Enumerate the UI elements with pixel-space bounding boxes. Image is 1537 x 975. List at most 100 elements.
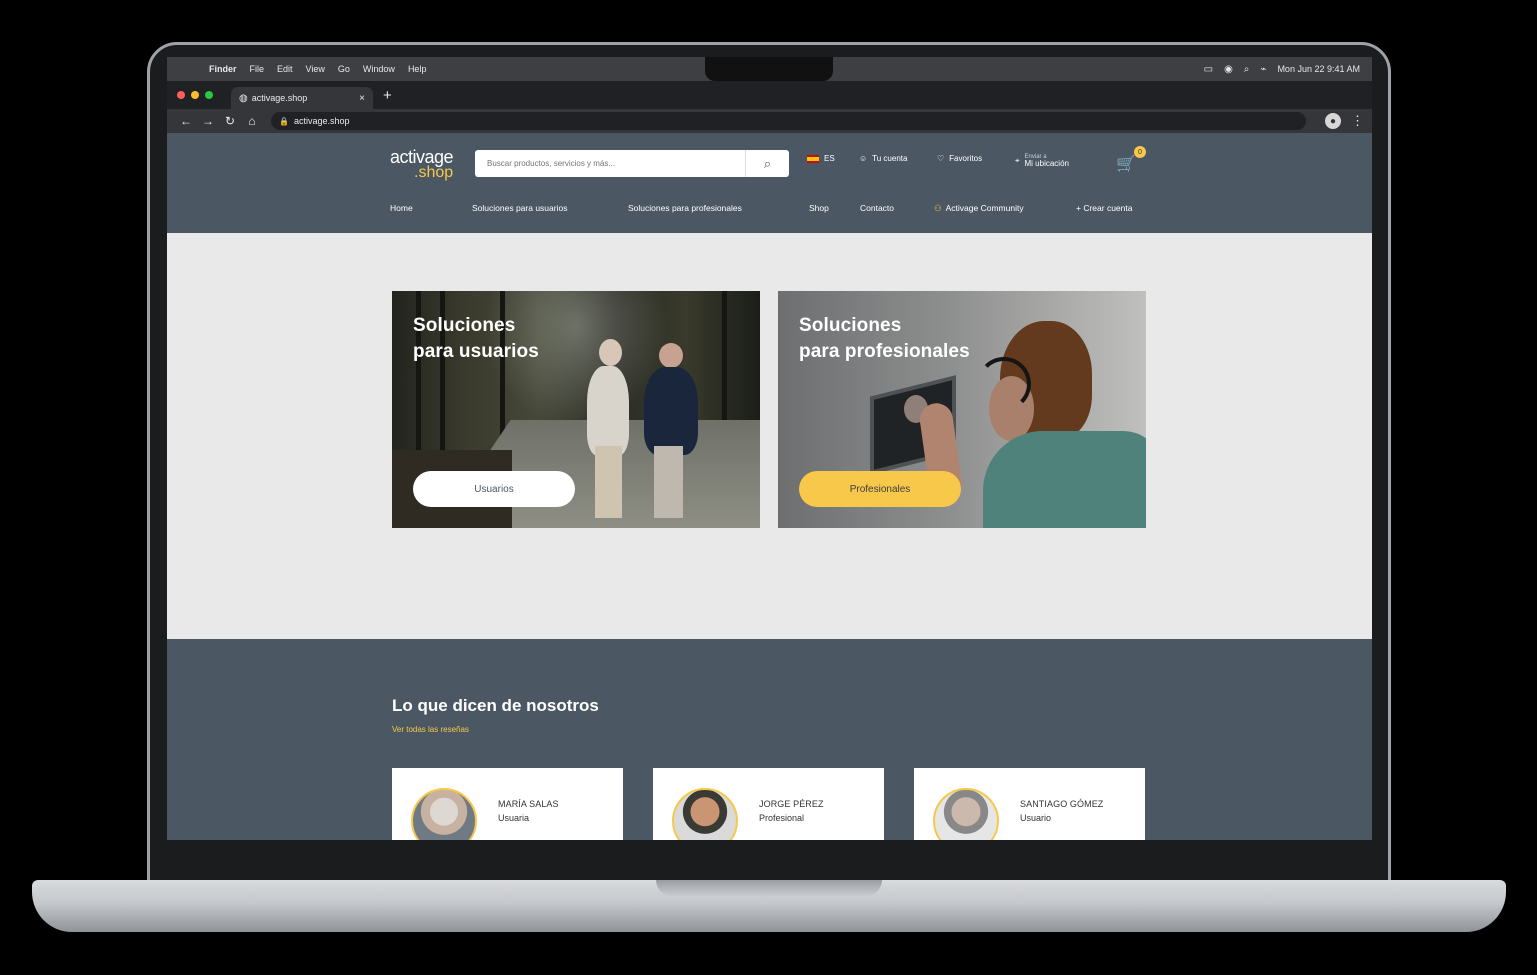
users-title-line-1: Soluciones	[413, 315, 516, 336]
profile-icon[interactable]: ●	[1325, 113, 1341, 129]
professionals-title-line-1: Soluciones	[799, 315, 902, 336]
mac-menu-bar: Finder File Edit View Go Window Help ▭ ◉…	[167, 57, 1372, 81]
menu-view[interactable]: View	[306, 64, 325, 74]
home-icon[interactable]: ⌂	[241, 114, 263, 128]
account-label: Tu cuenta	[872, 154, 908, 163]
cart-icon: 🛒	[1116, 156, 1136, 173]
location-label: Mi ubicación	[1024, 159, 1069, 169]
community-icon: ⚇	[934, 203, 942, 213]
reviewer-role: Profesional	[759, 813, 805, 823]
minimize-window-button[interactable]	[191, 91, 199, 99]
nav-contact-link[interactable]: Contacto	[860, 203, 894, 213]
testimonials-title: Lo que dicen de nosotros	[392, 696, 599, 715]
language-selector[interactable]: ES	[807, 154, 835, 163]
control-center-icon[interactable]: ◉	[1224, 64, 1233, 75]
menu-file[interactable]: File	[250, 64, 265, 74]
logo-word-shop: .shop	[414, 163, 454, 181]
browser-toolbar: ← → ↻ ⌂ 🔒 activage.shop ● ⋮	[167, 109, 1372, 133]
account-icon: ☺	[859, 154, 868, 163]
more-menu-icon[interactable]: ⋮	[1351, 113, 1364, 129]
users-solution-card[interactable]: Soluciones para usuarios Usuarios	[392, 291, 760, 528]
favorites-label: Favoritos	[949, 154, 983, 163]
forward-icon[interactable]: →	[197, 114, 219, 128]
older-man-legs	[654, 446, 683, 518]
search-icon[interactable]: ⌕	[745, 150, 789, 177]
reload-icon[interactable]: ↻	[219, 114, 241, 128]
camera-notch	[705, 57, 833, 81]
location-pin-icon: ⌖	[1015, 156, 1020, 166]
maria-avatar	[411, 788, 477, 840]
search-input[interactable]	[487, 153, 737, 174]
all-reviews-link[interactable]: Ver todas las reseñas	[392, 725, 469, 734]
search-menubar-icon[interactable]: ⌕	[1244, 64, 1250, 75]
solutions-hero: Soluciones para usuarios Usuarios Soluci…	[167, 233, 1372, 639]
users-button[interactable]: Usuarios	[413, 471, 575, 507]
cart-count-badge: 0	[1134, 146, 1146, 158]
url-text: activage.shop	[293, 116, 350, 126]
older-man-coat	[644, 367, 698, 455]
reviewer-name: SANTIAGO GÓMEZ	[1020, 799, 1104, 809]
menu-finder[interactable]: Finder	[209, 64, 237, 74]
status-bar: ▭ ◉ ⌕ ⌁ Mon Jun 22 9:41 AM	[1204, 57, 1360, 81]
review-card[interactable]: SANTIAGO GÓMEZ Usuario	[914, 768, 1145, 840]
review-card[interactable]: MARÍA SALAS Usuaria	[392, 768, 623, 840]
reviewer-role: Usuaria	[498, 813, 530, 823]
browser-actions: ● ⋮	[1325, 113, 1364, 129]
zoom-window-button[interactable]	[205, 91, 213, 99]
main-navigation: Home Soluciones para usuarios Soluciones…	[390, 203, 1150, 219]
clock[interactable]: Mon Jun 22 9:41 AM	[1277, 64, 1360, 74]
heart-icon: ♡	[937, 154, 945, 163]
older-man-head	[659, 343, 683, 368]
window-controls	[177, 91, 213, 99]
browser-tab-strip: ◍ activage.shop × +	[167, 81, 1372, 109]
reviewer-name: JORGE PÉREZ	[759, 799, 824, 809]
account-button[interactable]: ☺ Tu cuenta	[859, 154, 907, 163]
create-account-link[interactable]: + Crear cuenta	[1076, 203, 1132, 213]
globe-icon: ◍	[239, 92, 248, 104]
nav-community-link[interactable]: ⚇ Activage Community	[934, 203, 1024, 214]
users-title-line-2: para usuarios	[413, 340, 539, 362]
nav-professionals-link[interactable]: Soluciones para profesionales	[628, 203, 742, 213]
menu-edit[interactable]: Edit	[277, 64, 293, 74]
active-browser-tab[interactable]: ◍ activage.shop ×	[231, 87, 373, 109]
users-card-title: Soluciones para usuarios	[413, 313, 539, 364]
favorites-button[interactable]: ♡ Favoritos	[937, 154, 982, 163]
menu-go[interactable]: Go	[338, 64, 350, 74]
professionals-solution-card[interactable]: Soluciones para profesionales Profesiona…	[778, 291, 1146, 528]
reviewer-name: MARÍA SALAS	[498, 799, 559, 809]
new-tab-button[interactable]: +	[383, 87, 392, 104]
site-search: ⌕	[475, 150, 789, 177]
older-woman-legs	[595, 446, 622, 518]
professionals-button[interactable]: Profesionales	[799, 471, 961, 507]
address-bar[interactable]: 🔒 activage.shop	[271, 112, 1306, 130]
lock-icon: 🔒	[279, 116, 289, 126]
cart-button[interactable]: 🛒 0	[1116, 146, 1146, 174]
close-tab-icon[interactable]: ×	[359, 93, 365, 104]
location-button[interactable]: ⌖ Enviar a Mi ubicación	[1015, 154, 1069, 169]
language-label: ES	[824, 154, 835, 163]
reviewer-role: Usuario	[1020, 813, 1052, 823]
community-label: Activage Community	[945, 203, 1024, 213]
testimonials-section: Lo que dicen de nosotros Ver todas las r…	[167, 639, 1372, 840]
menu-help[interactable]: Help	[408, 64, 427, 74]
nav-shop-link[interactable]: Shop	[809, 203, 829, 213]
santiago-avatar	[933, 788, 999, 840]
menu-window[interactable]: Window	[363, 64, 395, 74]
nav-home-link[interactable]: Home	[390, 203, 413, 213]
activage-logo[interactable]: activage .shop	[390, 148, 460, 183]
close-window-button[interactable]	[177, 91, 185, 99]
battery-icon[interactable]: ▭	[1204, 64, 1213, 75]
laptop-screen: Finder File Edit View Go Window Help ▭ ◉…	[167, 57, 1372, 840]
jorge-avatar	[672, 788, 738, 840]
site-header: activage .shop ⌕ ES ☺ Tu cuenta ♡ Favori…	[167, 133, 1372, 233]
nav-users-link[interactable]: Soluciones para usuarios	[472, 203, 567, 213]
tab-title: activage.shop	[251, 93, 308, 103]
laptop-notch	[656, 880, 882, 896]
spain-flag-icon	[807, 154, 819, 163]
location-text: Enviar a Mi ubicación	[1025, 154, 1069, 169]
review-card[interactable]: JORGE PÉREZ Profesional	[653, 768, 884, 840]
professionals-card-title: Soluciones para profesionales	[799, 313, 970, 364]
back-icon[interactable]: ←	[175, 114, 197, 128]
wifi-icon[interactable]: ⌁	[1260, 64, 1266, 75]
older-woman-head	[599, 339, 622, 366]
